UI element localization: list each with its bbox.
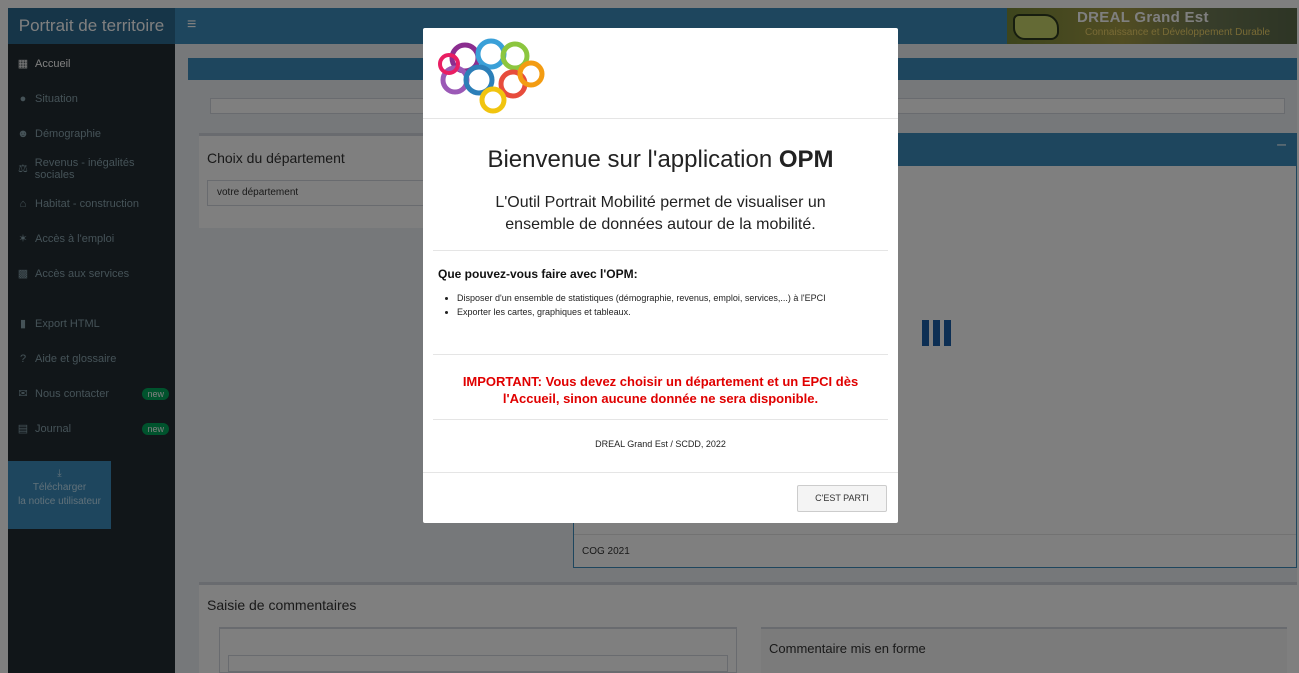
list-item: Disposer d'un ensemble de statistiques (… xyxy=(457,291,877,305)
modal-title: Bienvenue sur l'application OPM xyxy=(423,146,898,174)
modal-title-bold: OPM xyxy=(778,146,834,173)
feature-list: Disposer d'un ensemble de statistiques (… xyxy=(457,291,877,319)
modal-subtitle: L'Outil Portrait Mobilité permet de visu… xyxy=(495,194,826,233)
modal-question: Que pouvez-vous faire avec l'OPM: xyxy=(438,267,638,281)
modal-divider xyxy=(433,250,888,251)
start-button[interactable]: C'EST PARTI xyxy=(797,485,887,512)
modal-footer-divider xyxy=(423,472,898,473)
list-item: Exporter les cartes, graphiques et table… xyxy=(457,305,877,319)
important-warning: IMPORTANT: Vous devez choisir un départe… xyxy=(462,374,859,406)
opm-logo-icon xyxy=(438,38,545,114)
modal-divider xyxy=(433,354,888,355)
modal-title-text: Bienvenue sur l'application xyxy=(487,146,779,173)
welcome-modal: Bienvenue sur l'application OPM L'Outil … xyxy=(423,28,898,523)
modal-credits: DREAL Grand Est / SCDD, 2022 xyxy=(595,439,726,449)
modal-divider xyxy=(433,419,888,420)
modal-header-divider xyxy=(423,118,898,119)
